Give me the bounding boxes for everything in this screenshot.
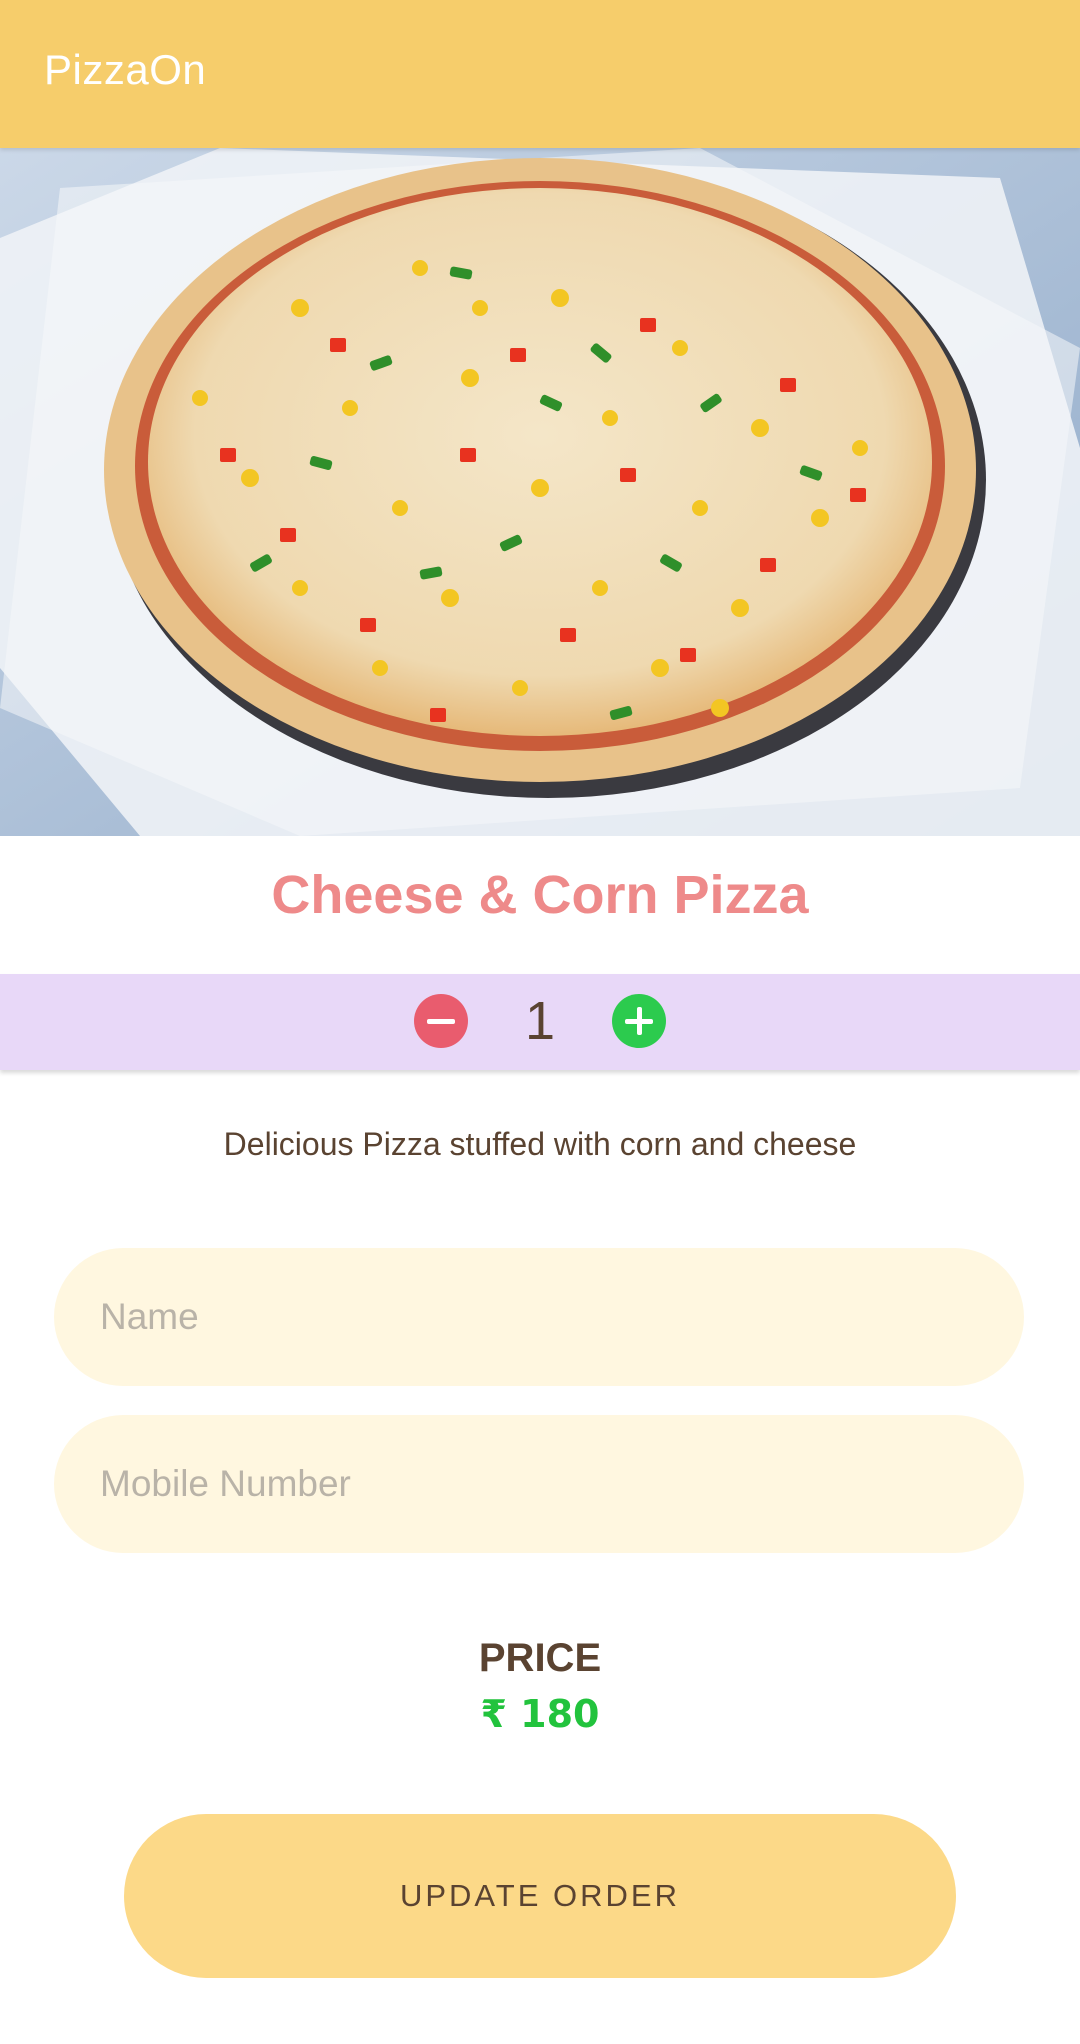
minus-circle-icon[interactable] bbox=[414, 994, 468, 1048]
pizza-image bbox=[0, 148, 1080, 836]
quantity-value: 1 bbox=[524, 991, 556, 1051]
quantity-stepper: 1 bbox=[0, 974, 1080, 1070]
product-title: Cheese & Corn Pizza bbox=[271, 865, 809, 925]
app-title: PizzaOn bbox=[44, 46, 207, 93]
mobile-number-field[interactable] bbox=[54, 1415, 1024, 1553]
update-order-button[interactable]: UPDATE ORDER bbox=[124, 1814, 956, 1978]
plus-circle-icon[interactable] bbox=[612, 994, 666, 1048]
name-field[interactable] bbox=[54, 1248, 1024, 1386]
price-value: ₹ 180 bbox=[480, 1692, 600, 1736]
app-screen: PizzaOn Cheese & Corn Pizza 1 Delicious … bbox=[0, 0, 1080, 2044]
product-description: Delicious Pizza stuffed with corn and ch… bbox=[223, 1126, 857, 1162]
app-bar: PizzaOn bbox=[0, 0, 1080, 148]
price-label: PRICE bbox=[478, 1636, 602, 1680]
